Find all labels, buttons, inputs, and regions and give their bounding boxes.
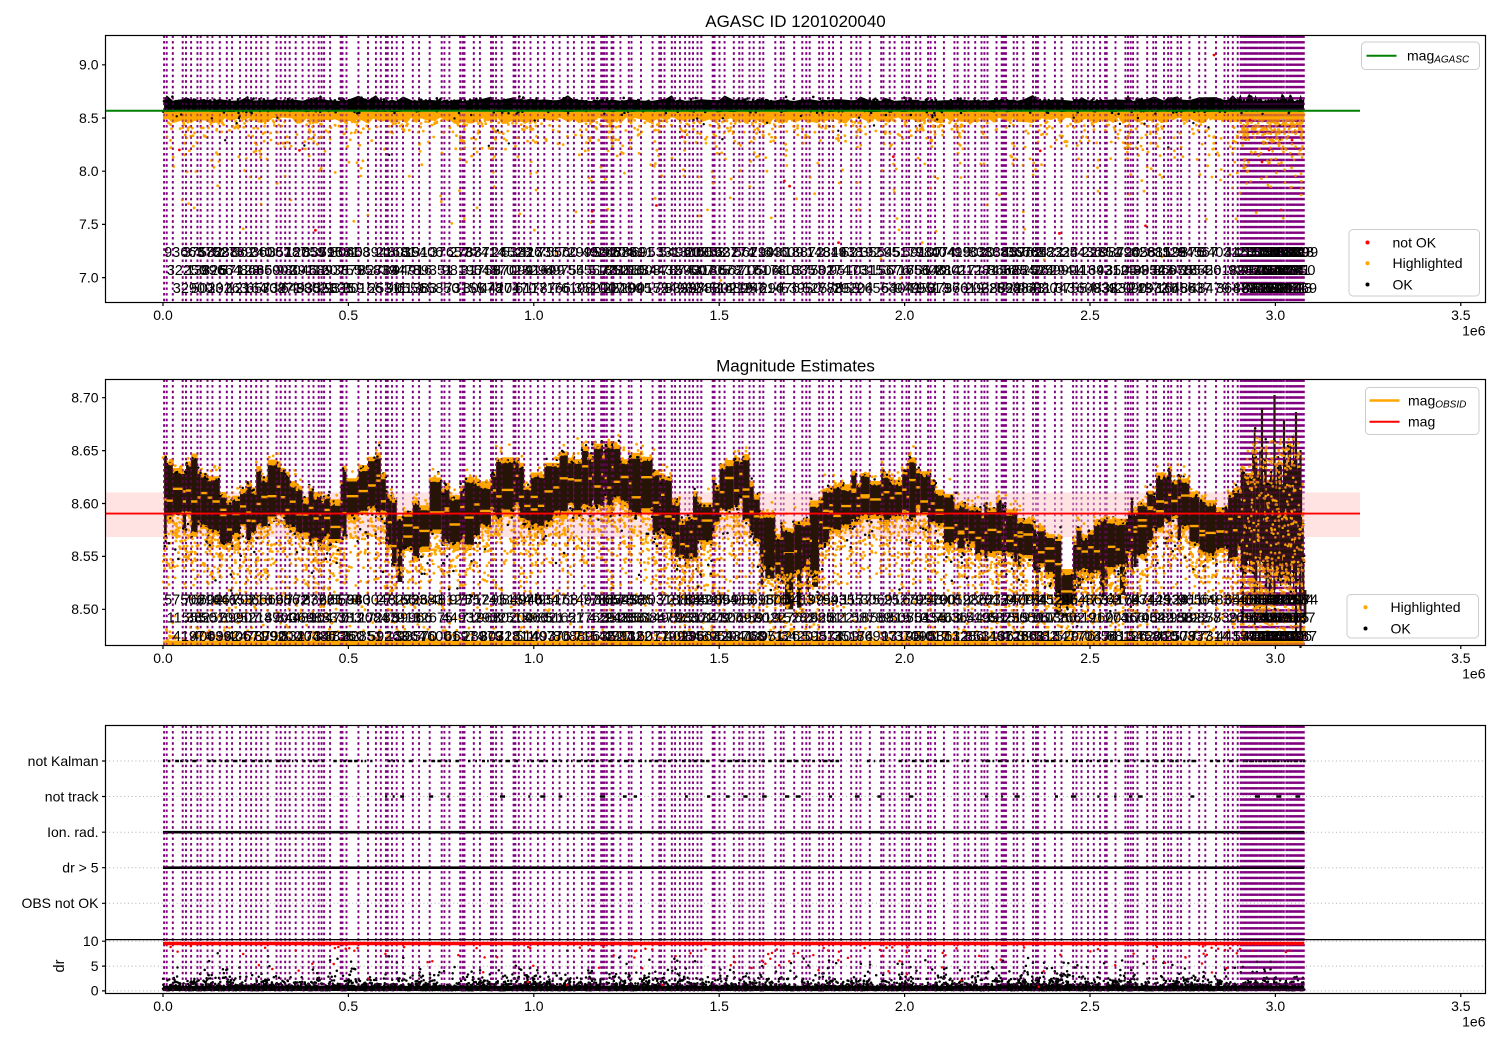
svg-text:2.0: 2.0: [895, 307, 915, 323]
svg-text:OK: OK: [1393, 276, 1414, 292]
svg-text:OBS not OK: OBS not OK: [21, 895, 99, 911]
svg-text:8.50: 8.50: [71, 601, 98, 617]
svg-text:7.0: 7.0: [79, 269, 99, 285]
svg-text:3.5: 3.5: [1451, 307, 1471, 323]
svg-text:1.5: 1.5: [709, 307, 729, 323]
svg-text:8.60: 8.60: [71, 495, 98, 511]
svg-text:1.5: 1.5: [709, 650, 729, 666]
svg-text:8.55: 8.55: [71, 548, 98, 564]
svg-text:8.5: 8.5: [79, 110, 99, 126]
svg-text:0.0: 0.0: [153, 998, 173, 1014]
svg-text:3.0: 3.0: [1266, 650, 1286, 666]
svg-text:not track: not track: [45, 788, 100, 804]
svg-text:1.0: 1.0: [524, 998, 544, 1014]
svg-text:1.0: 1.0: [524, 307, 544, 323]
svg-text:0: 0: [91, 983, 99, 999]
svg-text:7.5: 7.5: [79, 216, 99, 232]
svg-text:dr > 5: dr > 5: [62, 860, 98, 876]
svg-text:2.5: 2.5: [1080, 650, 1100, 666]
svg-text:10899: 10899: [1278, 245, 1318, 261]
svg-text:77950: 77950: [1275, 263, 1315, 279]
svg-text:1e6: 1e6: [1462, 323, 1486, 339]
svg-text:2.0: 2.0: [895, 998, 915, 1014]
svg-text:20169: 20169: [1277, 281, 1317, 297]
svg-text:1e6: 1e6: [1462, 1014, 1486, 1030]
svg-text:2.5: 2.5: [1080, 307, 1100, 323]
svg-text:1.5: 1.5: [709, 998, 729, 1014]
svg-text:0.5: 0.5: [339, 307, 359, 323]
svg-text:22974: 22974: [1278, 593, 1318, 609]
svg-text:8.65: 8.65: [71, 442, 98, 458]
svg-text:2.0: 2.0: [895, 650, 915, 666]
svg-text:3.0: 3.0: [1266, 307, 1286, 323]
svg-text:1.0: 1.0: [524, 650, 544, 666]
svg-text:3.0: 3.0: [1266, 998, 1286, 1014]
svg-text:1e6: 1e6: [1462, 666, 1486, 682]
svg-text:8.0: 8.0: [79, 163, 99, 179]
svg-text:10: 10: [83, 933, 99, 949]
svg-text:5: 5: [91, 958, 99, 974]
svg-text:9.0: 9.0: [79, 57, 99, 73]
svg-text:3.5: 3.5: [1451, 998, 1471, 1014]
svg-text:8.70: 8.70: [71, 390, 98, 406]
svg-text:mag: mag: [1408, 414, 1435, 430]
svg-text:0.0: 0.0: [153, 650, 173, 666]
svg-text:not Kalman: not Kalman: [28, 753, 99, 769]
svg-text:dr: dr: [52, 959, 68, 972]
svg-text:0.5: 0.5: [339, 998, 359, 1014]
svg-text:3.5: 3.5: [1451, 650, 1471, 666]
svg-text:0.0: 0.0: [153, 307, 173, 323]
svg-text:58767: 58767: [1275, 611, 1315, 627]
svg-text:36387: 36387: [1277, 629, 1317, 645]
svg-text:2.5: 2.5: [1080, 998, 1100, 1014]
svg-text:Ion. rad.: Ion. rad.: [47, 824, 98, 840]
svg-text:Highlighted: Highlighted: [1393, 255, 1463, 271]
svg-text:AGASC ID 1201020040: AGASC ID 1201020040: [705, 12, 886, 31]
svg-text:OK: OK: [1391, 620, 1412, 636]
svg-text:Highlighted: Highlighted: [1391, 599, 1461, 615]
svg-text:not OK: not OK: [1393, 234, 1437, 250]
svg-text:Magnitude Estimates: Magnitude Estimates: [716, 357, 875, 376]
svg-text:0.5: 0.5: [339, 650, 359, 666]
